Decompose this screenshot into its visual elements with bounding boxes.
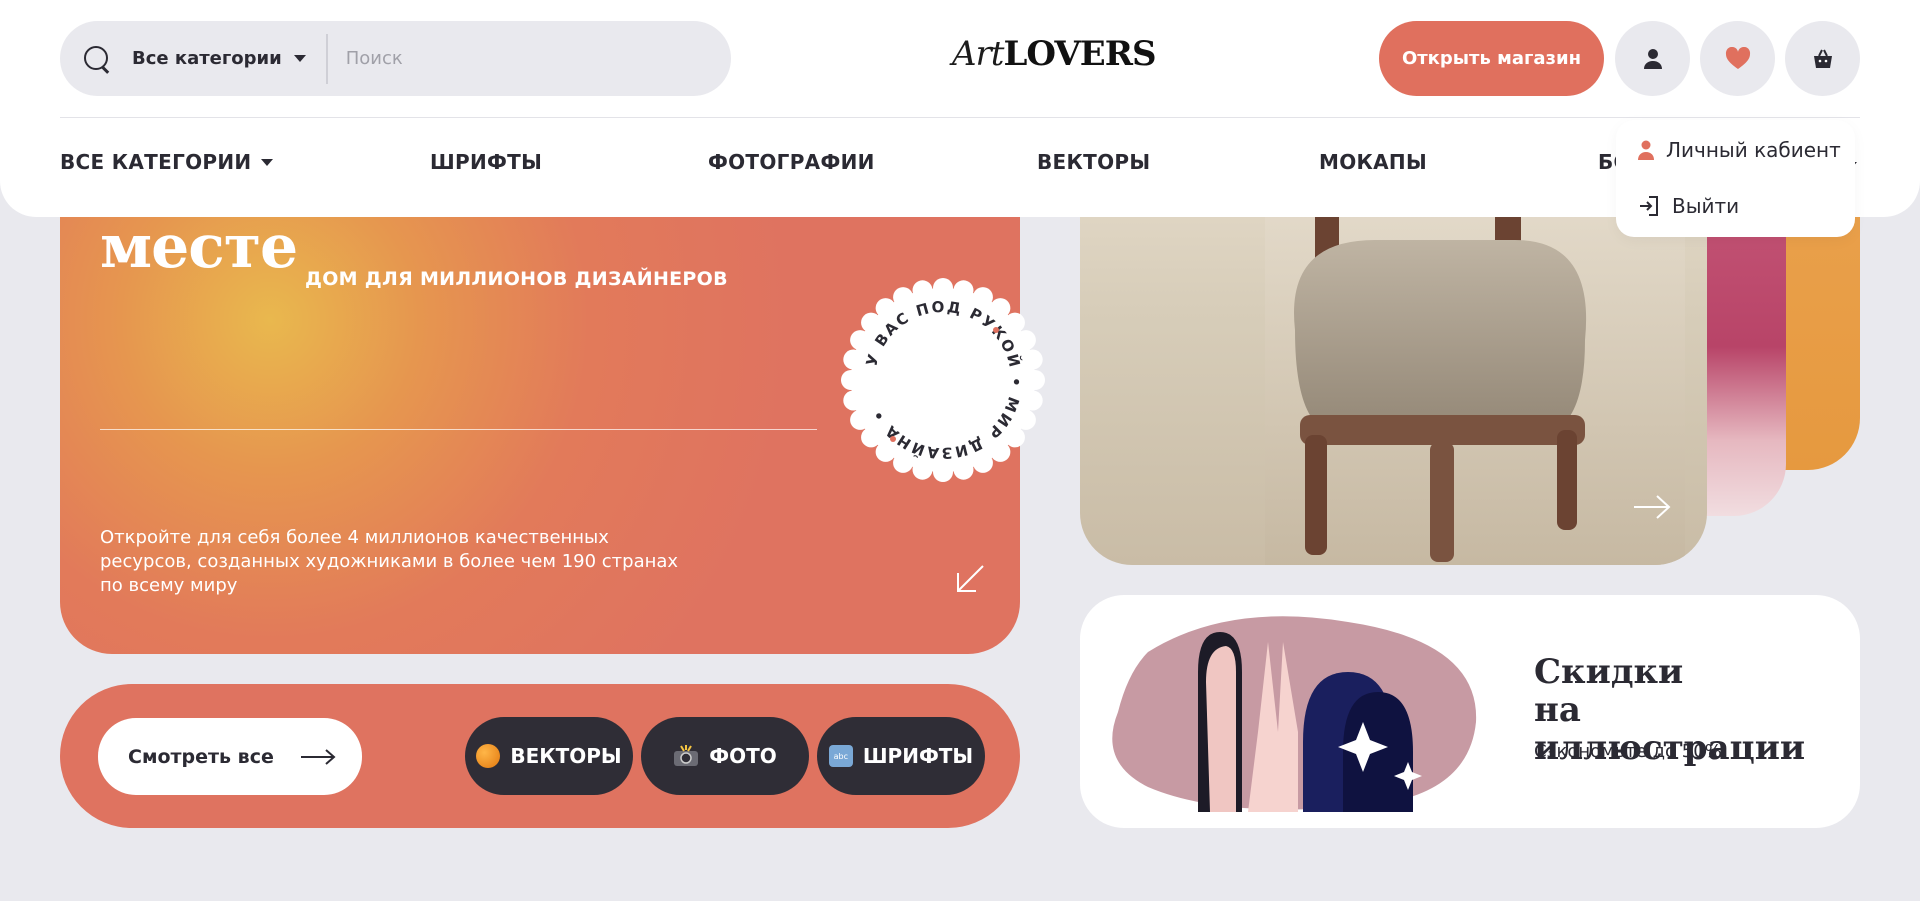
see-all-button[interactable]: Смотреть все	[98, 718, 362, 795]
stamp-dot	[993, 327, 999, 333]
menu-item-profile[interactable]: Личный кабиент	[1638, 138, 1841, 162]
chip-label: ШРИФТЫ	[862, 744, 974, 768]
hero-divider	[100, 429, 817, 430]
orange-circle-icon	[476, 744, 501, 768]
logo[interactable]: Art LOVERS	[952, 34, 1157, 82]
abc-icon: abc	[828, 745, 853, 767]
sale-title-line1: Скидки	[1534, 652, 1684, 692]
nav-label: ФОТОГРАФИИ	[708, 150, 875, 174]
search-bar: Все категории	[60, 21, 731, 96]
stamp-badge: У ВАС ПОД РУКОЙ • МИР ДИЗАЙНА •	[841, 278, 1045, 482]
category-nav: ВСЕ КАТЕГОРИИ ШРИФТЫ ФОТОГРАФИИ ВЕКТОРЫ …	[60, 150, 1860, 182]
menu-item-logout[interactable]: Выйти	[1638, 194, 1739, 218]
chip-label: ФОТО	[709, 744, 777, 768]
caret-down-icon	[293, 55, 306, 62]
cart-button[interactable]	[1785, 21, 1860, 96]
nav-label: МОКАПЫ	[1319, 150, 1427, 174]
logo-script: Art	[952, 34, 1004, 74]
stamp-dot	[890, 436, 896, 442]
category-select[interactable]: Все категории	[132, 48, 306, 69]
nav-label: ВЕКТОРЫ	[1037, 150, 1151, 174]
logout-icon	[1640, 196, 1658, 216]
user-icon	[1643, 48, 1662, 69]
hero-subtitle: ДОМ ДЛЯ МИЛЛИОНОВ ДИЗАЙНЕРОВ	[305, 268, 728, 290]
search-divider	[325, 33, 328, 84]
chip-vectors[interactable]: ВЕКТОРЫ	[465, 717, 633, 795]
category-select-label: Все категории	[132, 48, 282, 69]
favorites-button[interactable]	[1700, 21, 1775, 96]
heart-icon	[1725, 46, 1750, 69]
nav-all-categories[interactable]: ВСЕ КАТЕГОРИИ	[60, 150, 274, 174]
nav-photos[interactable]: ФОТОГРАФИИ	[708, 150, 875, 174]
see-all-label: Смотреть все	[128, 745, 274, 768]
user-button[interactable]	[1615, 21, 1690, 96]
sale-subtitle: Сэкономьте до 50%	[1534, 741, 1722, 762]
user-dropdown-menu: Личный кабиент Выйти	[1616, 120, 1855, 237]
chip-label: ВЕКТОРЫ	[510, 744, 622, 768]
arrow-right-icon	[301, 748, 336, 765]
arrow-down-left-icon[interactable]	[953, 562, 987, 596]
menu-item-label: Личный кабиент	[1666, 138, 1841, 162]
nav-vectors[interactable]: ВЕКТОРЫ	[1037, 150, 1150, 174]
chip-fonts[interactable]: abc ШРИФТЫ	[817, 717, 985, 795]
nav-label: ВСЕ КАТЕГОРИИ	[60, 150, 252, 174]
search-icon[interactable]	[82, 44, 112, 74]
nav-mockups[interactable]: МОКАПЫ	[1319, 150, 1427, 174]
hero-description: Откройте для себя более 4 миллионов каче…	[100, 527, 679, 596]
arrow-right-icon[interactable]	[1632, 492, 1672, 522]
open-shop-button[interactable]: Открыть магазин	[1379, 21, 1604, 96]
chip-photo[interactable]: ФОТО	[641, 717, 809, 795]
armchair-image	[1265, 180, 1685, 565]
menu-item-label: Выйти	[1672, 194, 1740, 218]
illustration-image	[1112, 616, 1477, 812]
nav-label: ШРИФТЫ	[430, 150, 543, 174]
cart-icon	[1813, 49, 1832, 68]
hero-title: месте	[100, 212, 298, 282]
user-icon	[1638, 140, 1654, 160]
caret-down-icon	[261, 158, 274, 166]
logo-bold: LOVERS	[1003, 34, 1156, 74]
header-divider	[60, 117, 1860, 118]
nav-fonts[interactable]: ШРИФТЫ	[430, 150, 542, 174]
search-input[interactable]	[345, 48, 726, 69]
camera-flash-icon	[674, 745, 699, 766]
